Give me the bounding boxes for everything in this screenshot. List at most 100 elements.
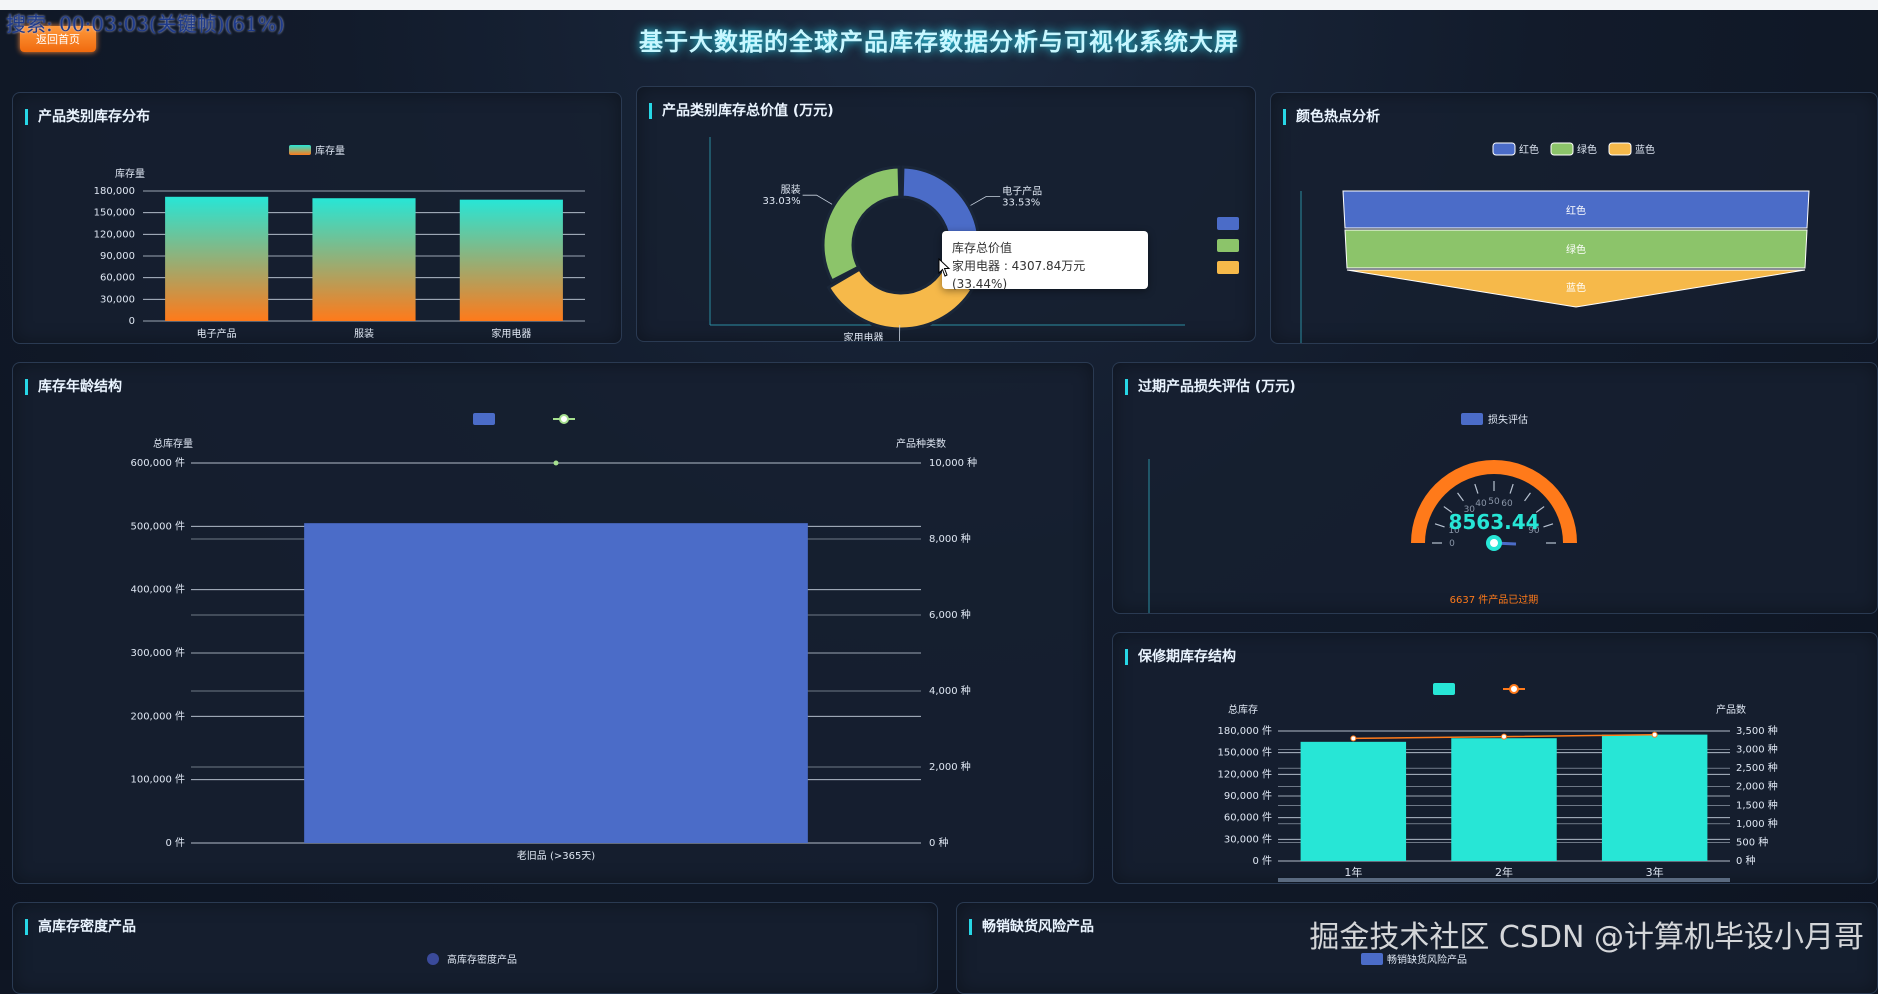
bar[interactable] bbox=[1300, 741, 1407, 861]
bar[interactable] bbox=[312, 198, 416, 321]
legend-swatch-blue[interactable] bbox=[1608, 142, 1632, 156]
x-tick-label: 2年 bbox=[1495, 865, 1513, 879]
expired-count-note: 6637 件产品已过期 bbox=[1450, 593, 1539, 606]
y-right-tick-label: 0 种 bbox=[929, 836, 949, 849]
legend-label-blue: 蓝色 bbox=[1635, 143, 1655, 156]
legend-swatch-total[interactable] bbox=[473, 413, 495, 425]
y-right-tick-label: 2,000 种 bbox=[1736, 780, 1778, 793]
legend-swatch-electronics[interactable] bbox=[1217, 217, 1239, 230]
tooltip-line: 家用电器 : 4307.84万元 (33.44%) bbox=[952, 259, 1086, 291]
legend-label-red: 红色 bbox=[1519, 143, 1539, 156]
gauge-center-dot bbox=[1490, 539, 1498, 547]
y-tick-label: 60,000 bbox=[100, 273, 135, 284]
y-left-tick-label: 90,000 件 bbox=[1224, 790, 1272, 802]
bar[interactable] bbox=[1451, 738, 1557, 861]
y-left-tick-label: 600,000 件 bbox=[130, 457, 185, 469]
color-funnel-chart: 红色 绿色 蓝色 红色 绿色 蓝色 bbox=[1300, 142, 1810, 343]
bar[interactable] bbox=[165, 196, 269, 321]
search-status-overlay: 搜索: 00:03:03(关键帧)(61%) bbox=[6, 12, 285, 36]
y-axis-right-title: 产品数 bbox=[1716, 703, 1746, 716]
y-left-tick-label: 200,000 件 bbox=[130, 710, 185, 722]
gauge-tick bbox=[1474, 483, 1479, 494]
y-right-tick-label: 2,000 种 bbox=[929, 760, 971, 773]
slice-label: 33.53% bbox=[1002, 198, 1040, 209]
legend-swatch[interactable] bbox=[1461, 413, 1483, 425]
y-left-tick-label: 0 件 bbox=[1252, 855, 1272, 867]
y-right-tick-label: 500 种 bbox=[1736, 835, 1768, 848]
y-tick-label: 30,000 bbox=[100, 294, 135, 305]
gauge-tick bbox=[1509, 483, 1514, 494]
y-left-tick-label: 30,000 件 bbox=[1224, 833, 1272, 845]
line-point[interactable] bbox=[1651, 731, 1658, 738]
high-density-chart: 高库存密度产品 bbox=[427, 953, 517, 966]
y-tick-label: 90,000 bbox=[100, 251, 135, 262]
legend-swatch-appliances[interactable] bbox=[1217, 261, 1239, 274]
gauge-tick bbox=[1543, 523, 1554, 528]
funnel-label-green: 绿色 bbox=[1566, 243, 1586, 256]
y-axis-title: 库存量 bbox=[115, 167, 145, 180]
legend-marker[interactable] bbox=[427, 953, 439, 965]
line-point[interactable] bbox=[553, 460, 559, 466]
x-tick-label: 家用电器 bbox=[491, 327, 531, 340]
value-donut-chart: 电子产品33.53% 家用电器 服装33.03% bbox=[709, 137, 1239, 341]
label-leader bbox=[802, 194, 833, 205]
legend-swatch[interactable] bbox=[289, 145, 311, 155]
legend-swatch-total[interactable] bbox=[1433, 683, 1455, 695]
panel-category-inventory: 产品类别库存分布 库存量 库存量 0 30,000 60,000 90,000 120,… bbox=[12, 92, 622, 344]
y-left-tick-label: 180,000 件 bbox=[1217, 725, 1272, 737]
gauge-tick bbox=[1524, 492, 1531, 502]
y-tick-label: 120,000 bbox=[94, 229, 135, 240]
legend-swatch-red[interactable] bbox=[1492, 142, 1516, 156]
gauge-tick-label: 60 bbox=[1501, 499, 1513, 509]
watermark-left: 掘金技术社区 bbox=[1309, 920, 1490, 955]
loss-gauge-chart: 损失评估 0103040 50 60908563.44 6637 件产品已过期 bbox=[1148, 413, 1577, 613]
panel-category-value: 产品类别库存总价值 (万元) 电子产品 33.53% 家用电器 服装 33.03% bbox=[636, 86, 1256, 342]
y-left-tick-label: 100,000 件 bbox=[130, 774, 185, 786]
legend-label-green: 绿色 bbox=[1577, 143, 1597, 156]
legend-swatch-apparel[interactable] bbox=[1217, 239, 1239, 252]
bar[interactable] bbox=[1601, 734, 1708, 861]
slice-label: 33.03% bbox=[762, 196, 800, 207]
bar[interactable] bbox=[304, 523, 808, 843]
y-left-tick-label: 500,000 件 bbox=[130, 520, 185, 532]
label-leader bbox=[970, 196, 1001, 206]
x-tick-label: 1年 bbox=[1344, 865, 1362, 879]
y-right-tick-label: 6,000 种 bbox=[929, 608, 971, 621]
y-right-tick-label: 3,500 种 bbox=[1736, 724, 1778, 737]
y-left-tick-label: 0 件 bbox=[165, 837, 185, 849]
funnel-label-red: 红色 bbox=[1566, 204, 1586, 217]
y-left-tick-label: 400,000 件 bbox=[130, 584, 185, 596]
y-right-tick-label: 4,000 种 bbox=[929, 684, 971, 697]
y-right-tick-label: 1,000 种 bbox=[1736, 817, 1778, 830]
age-combo-chart: 总库存量 产品种类数 0 件 100,000 件 200,000 件 300,000 … bbox=[130, 413, 977, 862]
y-axis-left-title: 总库存量 bbox=[153, 437, 193, 450]
y-right-tick-label: 8,000 种 bbox=[929, 532, 971, 545]
x-tick-label: 电子产品 bbox=[197, 327, 237, 340]
slice-label: 电子产品 bbox=[1002, 185, 1042, 198]
horizontal-scrollbar[interactable] bbox=[1278, 878, 1730, 882]
y-tick-label: 180,000 bbox=[94, 186, 135, 197]
watermark-text: CSDN @计算机毕设小月哥 bbox=[1498, 920, 1864, 955]
legend-marker-types[interactable] bbox=[559, 414, 569, 424]
gauge-tick bbox=[1434, 523, 1445, 528]
legend-label: 损失评估 bbox=[1488, 413, 1528, 426]
gauge-tick-label: 0 bbox=[1449, 539, 1455, 549]
gauge-tick-label: 50 bbox=[1488, 497, 1500, 507]
panel-warranty-structure: 保修期库存结构 总库存 产品数 0 件 30,000 件 60,000 件 90,00… bbox=[1112, 632, 1878, 884]
bar[interactable] bbox=[459, 199, 563, 321]
legend-swatch-green[interactable] bbox=[1550, 142, 1574, 156]
y-right-tick-label: 10,000 种 bbox=[929, 456, 977, 469]
panel-inventory-age: 库存年龄结构 总库存量 产品种类数 0 件 100,000 件 200,000 件3… bbox=[12, 362, 1094, 884]
line-point[interactable] bbox=[1350, 735, 1357, 742]
warranty-combo-chart: 总库存 产品数 0 件 30,000 件 60,000 件 90,000 件 120,0… bbox=[1217, 683, 1778, 882]
y-right-tick-label: 2,500 种 bbox=[1736, 761, 1778, 774]
y-left-tick-label: 300,000 件 bbox=[130, 647, 185, 659]
funnel-label-blue: 蓝色 bbox=[1566, 281, 1586, 294]
donut-slice[interactable] bbox=[821, 165, 902, 284]
panel-color-hotspot: 颜色热点分析 红色 绿色 蓝色 红色 绿色 蓝色 bbox=[1270, 92, 1878, 344]
legend-label: 库存量 bbox=[315, 144, 345, 157]
line-point[interactable] bbox=[1501, 733, 1507, 740]
y-right-tick-label: 1,500 种 bbox=[1736, 798, 1778, 811]
legend-marker-count[interactable] bbox=[1509, 684, 1519, 694]
category-bar-chart: 库存量 库存量 0 30,000 60,000 90,000 120,000 150,00… bbox=[94, 144, 585, 340]
